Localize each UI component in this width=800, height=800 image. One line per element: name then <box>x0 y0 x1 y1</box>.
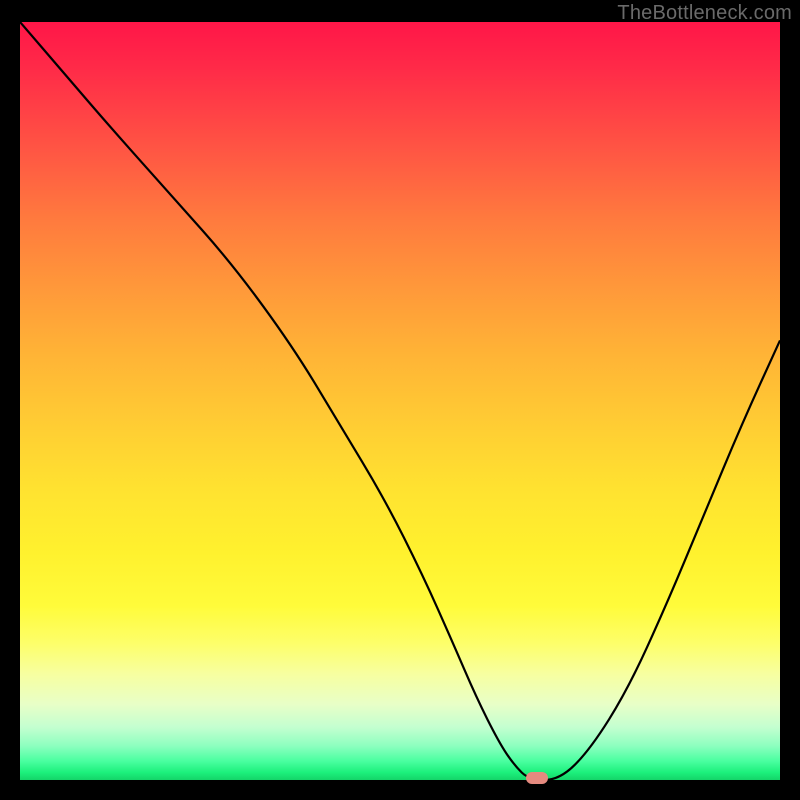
chart-frame: TheBottleneck.com <box>0 0 800 800</box>
curve-path <box>20 22 780 780</box>
watermark-text: TheBottleneck.com <box>617 2 792 25</box>
optimal-marker <box>526 772 548 784</box>
bottleneck-curve <box>20 22 780 780</box>
plot-area <box>20 22 780 780</box>
